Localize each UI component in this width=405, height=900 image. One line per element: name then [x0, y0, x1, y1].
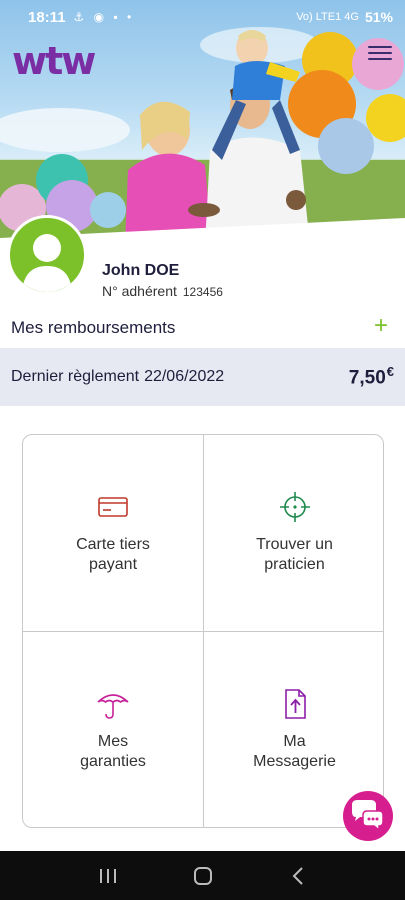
reimbursements-title[interactable]: Mes remboursements — [11, 318, 175, 338]
tile-label: Carte tiers payant — [43, 535, 183, 575]
user-name: John DOE — [102, 262, 180, 279]
tile-label: Mes garanties — [43, 732, 183, 772]
home-icon — [193, 866, 212, 885]
battery-level: 51% — [364, 9, 393, 25]
status-right: Vo) LTE1 4G 51% — [296, 9, 393, 25]
back-button[interactable] — [278, 861, 318, 891]
hamburger-menu-icon[interactable] — [368, 46, 392, 66]
wtw-logo: wtw — [12, 39, 96, 83]
recent-apps-icon — [99, 868, 116, 883]
chat-button[interactable] — [343, 791, 393, 841]
last-payment-amount: 7,50€ — [349, 364, 394, 389]
notification-icons: ⚓ ◉ ▪ • — [73, 10, 135, 24]
chat-bubbles-icon — [352, 800, 384, 832]
crosshair-icon — [279, 492, 310, 522]
tile-label-line1: Trouver un — [256, 536, 333, 553]
shortcut-grid: Carte tiers payant Trouver un praticien … — [22, 434, 384, 828]
member-label: N° adhérent — [102, 283, 177, 299]
tile-label-line1: Carte tiers — [76, 536, 150, 553]
amount-value: 7,50 — [348, 367, 386, 389]
back-chevron-icon — [292, 866, 303, 885]
home-button[interactable] — [183, 861, 223, 891]
user-silhouette-icon — [22, 234, 72, 292]
last-payment-label: Dernier règlement — [11, 368, 140, 385]
tile-label-line2: payant — [88, 556, 138, 573]
last-payment-date: 22/06/2022 — [144, 368, 225, 385]
tile-carte-tiers-payant[interactable]: Carte tiers payant — [23, 435, 204, 632]
expand-reimbursements-button[interactable]: + — [372, 314, 390, 338]
tile-label: Trouver un praticien — [225, 535, 365, 575]
tile-label-line2: garanties — [80, 753, 146, 770]
network-indicator: Vo) LTE1 4G — [296, 11, 359, 23]
last-payment-banner[interactable]: Dernier règlement 22/06/2022 7,50€ — [0, 348, 405, 406]
tile-label-line1: Mes — [97, 733, 129, 750]
member-number: 123456 — [182, 285, 223, 299]
card-icon — [98, 497, 128, 517]
tile-mes-garanties[interactable]: Mes garanties — [23, 632, 204, 827]
recent-apps-button[interactable] — [88, 861, 128, 891]
upload-file-icon — [284, 689, 306, 719]
status-bar: 18:11 ⚓ ◉ ▪ • Vo) LTE1 4G 51% — [0, 0, 405, 34]
tile-label-line1: Ma — [283, 733, 306, 750]
avatar[interactable] — [7, 215, 87, 295]
system-nav-bar — [0, 851, 405, 900]
tile-label-line2: Messagerie — [253, 753, 336, 770]
currency-symbol: € — [386, 364, 394, 380]
tile-label: Ma Messagerie — [225, 732, 365, 772]
tile-label-line2: praticien — [264, 556, 325, 573]
member-info: N° adhérent 123456 — [102, 283, 223, 299]
tile-trouver-praticien[interactable]: Trouver un praticien — [204, 435, 383, 632]
umbrella-icon — [97, 694, 129, 719]
status-time: 18:11 — [28, 8, 66, 26]
